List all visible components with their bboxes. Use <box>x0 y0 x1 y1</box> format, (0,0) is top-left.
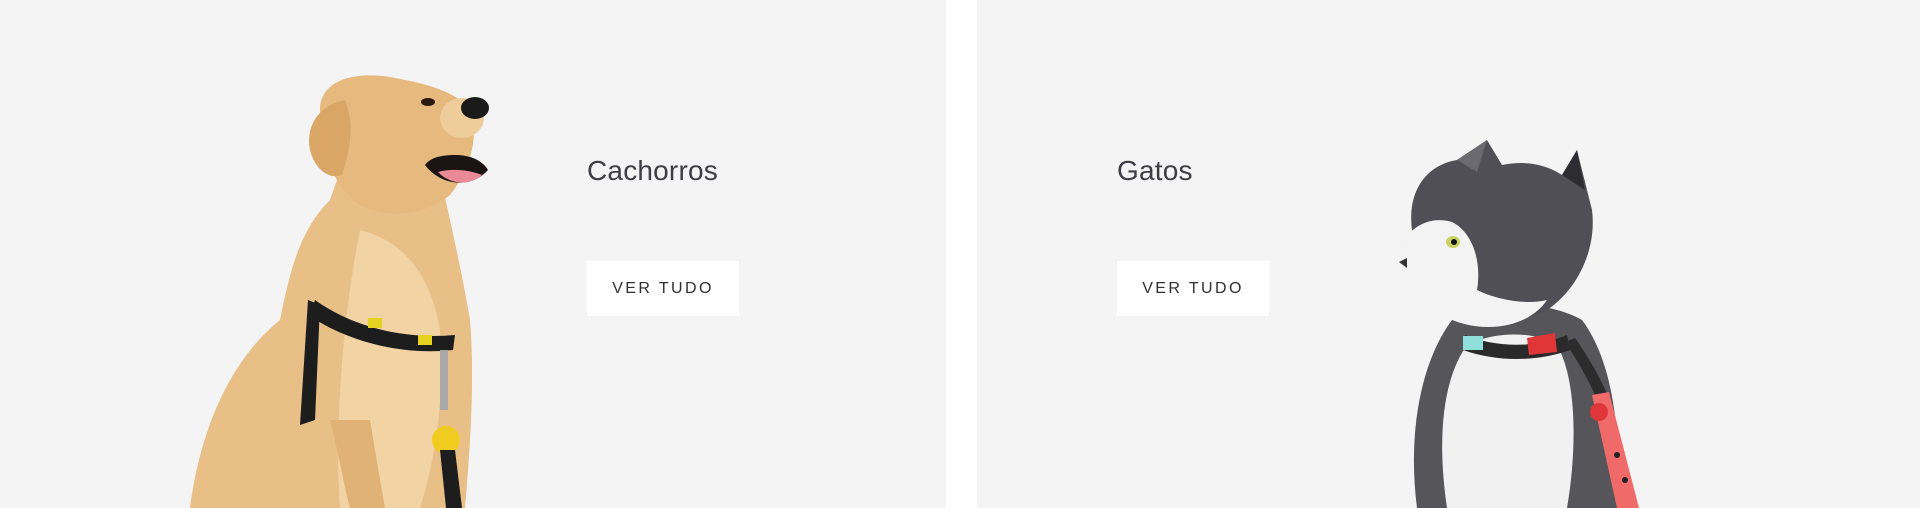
category-card-cats[interactable]: Gatos VER TUDO <box>977 0 1920 508</box>
dog-photo <box>190 75 489 508</box>
category-title: Cachorros <box>587 155 718 186</box>
view-all-cats-button[interactable]: VER TUDO <box>1117 261 1269 316</box>
cat-photo <box>1398 140 1639 508</box>
view-all-dogs-button[interactable]: VER TUDO <box>587 261 739 316</box>
category-title: Gatos <box>1117 155 1193 186</box>
category-card-dogs[interactable]: Cachorros VER TUDO <box>0 0 946 508</box>
category-banner-section: Cachorros VER TUDO Gatos VER TUDO <box>0 0 1920 508</box>
